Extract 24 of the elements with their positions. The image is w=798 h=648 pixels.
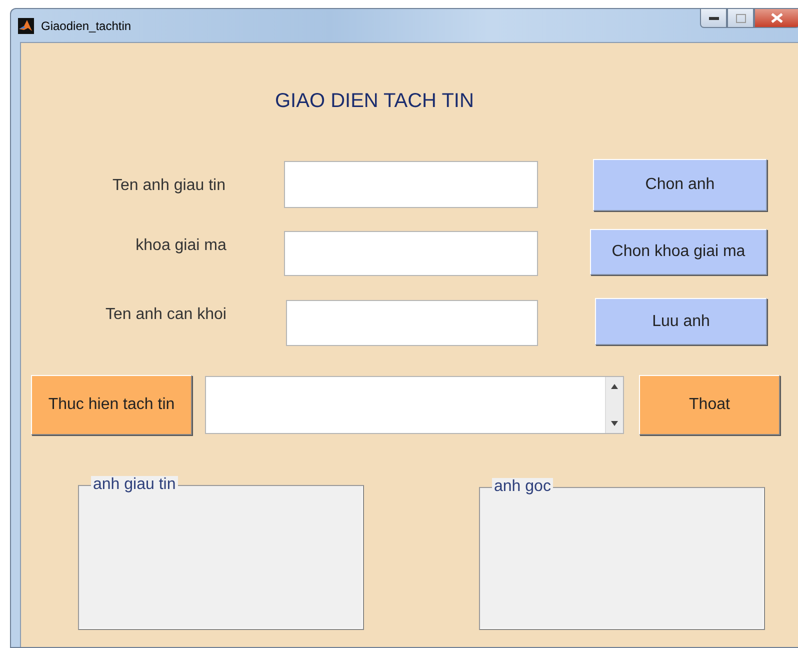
- scroll-down-icon[interactable]: [611, 421, 618, 426]
- extract-button[interactable]: Thuc hien tach tin: [31, 375, 192, 435]
- exit-button[interactable]: Thoat: [639, 375, 780, 435]
- panel-title: anh goc: [492, 478, 553, 496]
- input-field[interactable]: [284, 161, 538, 208]
- minimize-button[interactable]: [700, 9, 727, 28]
- maximize-icon: [736, 14, 746, 22]
- action-button[interactable]: Luu anh: [595, 298, 767, 345]
- heading: GIAO DIEN TACH TIN: [275, 90, 475, 114]
- action-button[interactable]: Chon khoa giai ma: [590, 229, 767, 275]
- field-label: Ten anh giau tin: [112, 176, 226, 196]
- app-icon: [18, 18, 34, 34]
- scroll-up-icon[interactable]: [611, 384, 618, 389]
- input-field[interactable]: [286, 300, 538, 346]
- close-button[interactable]: [754, 9, 798, 28]
- minimize-icon: [708, 16, 718, 20]
- field-label: khoa giai ma: [134, 236, 228, 256]
- close-icon: [771, 13, 783, 23]
- scrollbar[interactable]: [605, 377, 623, 433]
- window-title: Giaodien_tachtin: [41, 18, 132, 32]
- action-button[interactable]: Chon anh: [593, 159, 767, 211]
- field-label: Ten anh can khoi: [104, 305, 228, 325]
- input-field[interactable]: [284, 231, 538, 276]
- panel-title: anh giau tin: [91, 476, 178, 494]
